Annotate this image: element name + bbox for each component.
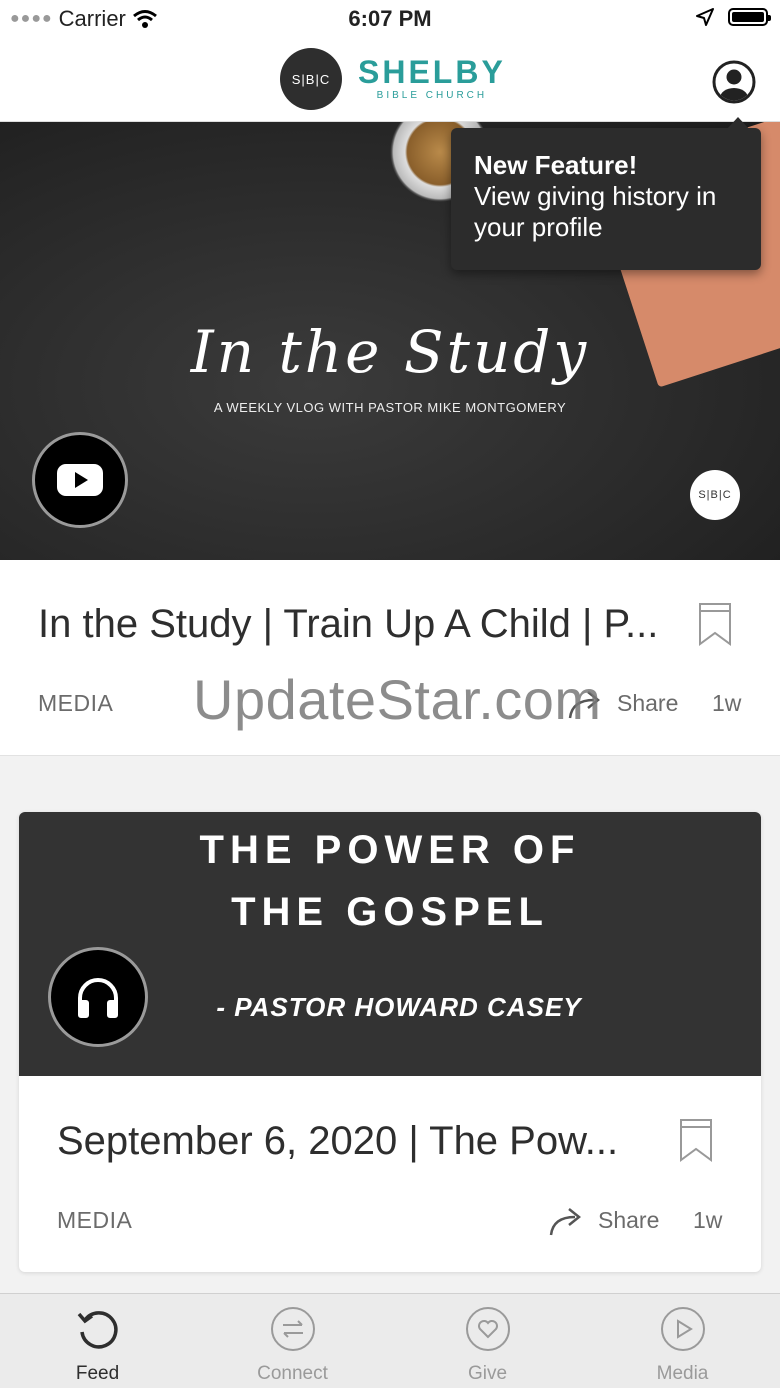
headphones-icon xyxy=(78,978,118,1018)
youtube-badge[interactable] xyxy=(32,432,128,528)
feed-item-age: 1w xyxy=(693,1207,723,1233)
church-logo-mark: S|B|C xyxy=(280,48,342,110)
feed-item-age: 1w xyxy=(712,690,742,716)
new-feature-tooltip[interactable]: New Feature! View giving history in your… xyxy=(451,117,761,270)
brand-name: SHELBY xyxy=(358,54,506,90)
feed-item-category: MEDIA xyxy=(57,1207,133,1233)
battery-icon xyxy=(728,8,771,26)
watermark-text: UpdateStar.com xyxy=(193,668,602,731)
feed-item-card[interactable]: THE POWER OF THE GOSPEL - PASTOR HOWARD … xyxy=(19,812,761,1272)
tooltip-title: New Feature! xyxy=(474,150,638,180)
connect-arrows-icon xyxy=(270,1307,315,1351)
church-logo-text: SHELBY BIBLE CHURCH xyxy=(358,56,506,101)
youtube-icon xyxy=(57,464,103,496)
feed-item-title[interactable]: September 6, 2020 | The Pow... xyxy=(57,1119,627,1164)
give-heart-icon xyxy=(465,1307,510,1351)
hero-title-line-2: THE GOSPEL xyxy=(231,890,549,934)
tooltip-body: View giving history in your profile xyxy=(474,181,717,242)
tab-label: Feed xyxy=(75,1363,120,1384)
bookmark-icon[interactable] xyxy=(679,1118,713,1162)
carrier-label: Carrier xyxy=(58,6,126,31)
signal-icon: ●●●● xyxy=(10,10,53,27)
feed-item-category: MEDIA xyxy=(38,690,114,716)
media-play-icon xyxy=(660,1307,705,1351)
sbc-badge: S|B|C xyxy=(690,470,740,520)
tab-label: Connect xyxy=(257,1363,328,1384)
status-bar: ●●●● Carrier 6:07 PM xyxy=(0,0,780,40)
tab-feed[interactable]: Feed xyxy=(0,1294,195,1388)
audio-badge[interactable] xyxy=(48,947,148,1047)
tab-label: Media xyxy=(656,1363,709,1384)
tab-give[interactable]: Give xyxy=(390,1294,585,1388)
share-icon[interactable] xyxy=(549,1205,585,1237)
tab-label: Give xyxy=(467,1363,508,1384)
feed-item-title[interactable]: In the Study | Train Up A Child | P... xyxy=(38,602,658,647)
wifi-icon xyxy=(132,10,157,28)
hero-subtitle: A WEEKLY VLOG WITH PASTOR MIKE MONTGOMER… xyxy=(213,400,567,415)
hero-title-line-1: THE POWER OF xyxy=(199,828,581,872)
share-button[interactable]: Share xyxy=(617,690,678,717)
profile-icon[interactable] xyxy=(712,60,756,104)
share-button[interactable]: Share xyxy=(598,1207,659,1234)
bookmark-icon[interactable] xyxy=(698,602,732,646)
location-arrow-icon xyxy=(696,8,714,26)
hero-title: In the Study xyxy=(190,318,590,386)
feed-refresh-icon xyxy=(77,1311,118,1349)
tab-connect[interactable]: Connect xyxy=(195,1294,390,1388)
brand-subtitle: BIBLE CHURCH xyxy=(376,90,488,101)
tab-media[interactable]: Media xyxy=(585,1294,780,1388)
feed-item-hero-image[interactable]: THE POWER OF THE GOSPEL - PASTOR HOWARD … xyxy=(19,812,761,1076)
app-header: S|B|C SHELBY BIBLE CHURCH xyxy=(0,40,780,122)
bottom-tab-bar: Feed Connect Give Media xyxy=(0,1293,780,1388)
